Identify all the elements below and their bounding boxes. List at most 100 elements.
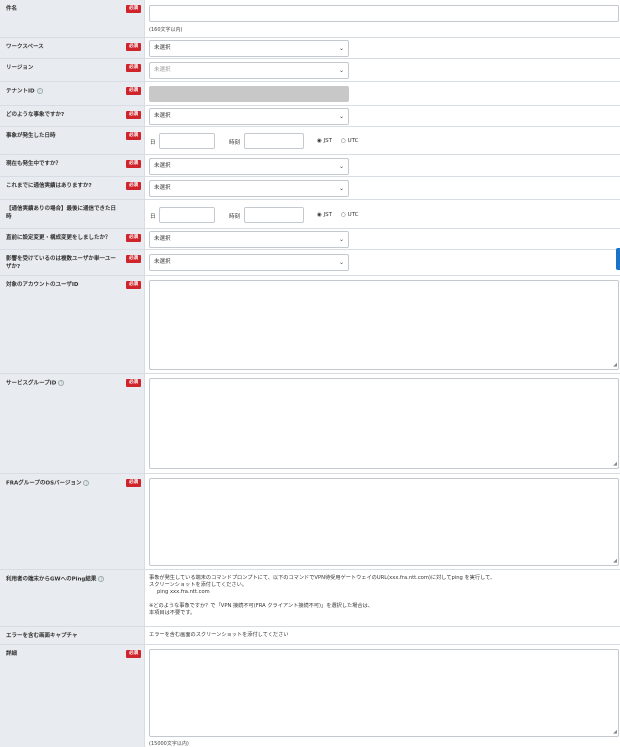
resize-handle-icon[interactable]: ◢ xyxy=(613,559,617,564)
subject-label: 件名 xyxy=(6,6,18,12)
last-comm-label: 【通信実績ありの場合】最後に通信できた日時 xyxy=(6,206,117,220)
label-cell: 対象のアカウントのユーザID 必須 xyxy=(0,276,145,373)
resize-handle-icon[interactable]: ◢ xyxy=(613,462,617,467)
label-cell: 件名 必須 xyxy=(0,0,145,37)
config-change-value: 未選択 xyxy=(154,236,171,242)
row-service-group-id: サービスグループID? 必須 ◢ xyxy=(0,374,620,474)
workspace-select[interactable]: 未選択 ⌄ xyxy=(149,40,349,57)
label-cell: リージョン 必須 xyxy=(0,59,145,81)
ping-line-5: 本項目は不要です。 xyxy=(149,610,196,616)
subject-input[interactable] xyxy=(149,5,619,22)
chevron-down-icon: ⌄ xyxy=(338,163,344,170)
row-occurred-at: 事象が発生した日時 必須 日 時刻 ◉ JST ○ UTC xyxy=(0,127,620,155)
ping-result-label-text: 利用者の端末からGWへのPing結果 xyxy=(6,576,97,583)
affected-users-value: 未選択 xyxy=(154,259,171,265)
row-ping-result: 利用者の端末からGWへのPing結果? 事象が発生している端末のコマンドプロンプ… xyxy=(0,570,620,627)
tz-utc-radio[interactable]: ○ UTC xyxy=(341,212,358,218)
occurred-date-input[interactable] xyxy=(159,133,215,149)
tz-utc-label: UTC xyxy=(347,212,359,218)
time-label: 時刻 xyxy=(229,214,241,220)
row-fra-os-version: FRAグループのOSバージョン? 必須 ◢ xyxy=(0,474,620,570)
tz-jst-label: JST xyxy=(323,138,333,144)
error-screenshot-label: エラーを含む画面キャプチャ xyxy=(6,633,78,639)
required-badge: 必須 xyxy=(126,255,141,263)
comm-history-label: これまでに通信実績はありますか? xyxy=(6,183,92,189)
last-comm-date-input[interactable] xyxy=(159,207,215,223)
tz-jst-radio[interactable]: ◉ JST xyxy=(317,212,332,218)
service-group-id-textarea[interactable]: ◢ xyxy=(149,378,619,469)
required-badge: 必須 xyxy=(126,650,141,658)
subject-hint: (160文字以内) xyxy=(149,27,183,33)
label-cell: FRAグループのOSバージョン? 必須 xyxy=(0,474,145,569)
row-account-user-id: 対象のアカウントのユーザID 必須 ◢ xyxy=(0,276,620,374)
label-cell: 影響を受けているのは複数ユーザか単一ユーザか? 必須 xyxy=(0,250,145,275)
ping-command: ping xxx.fra.ntt.com xyxy=(157,589,210,595)
tz-utc-label: UTC xyxy=(347,138,359,144)
tenant-id-field xyxy=(149,86,349,102)
ping-line-4: ※どのような事象ですか？で「VPN 接続不可(FRA クライアント接続不可)」を… xyxy=(149,603,373,609)
required-badge: 必須 xyxy=(126,281,141,289)
details-textarea[interactable]: ◢ xyxy=(149,649,619,737)
label-cell: どのような事象ですか? 必須 xyxy=(0,106,145,126)
tenant-label: テナントID? xyxy=(6,88,118,96)
affected-users-select[interactable]: 未選択 ⌄ xyxy=(149,254,349,271)
chevron-down-icon: ⌄ xyxy=(338,236,344,243)
row-last-comm: 【通信実績ありの場合】最後に通信できた日時 日 時刻 ◉ JST ○ UTC xyxy=(0,200,620,229)
ongoing-select[interactable]: 未選択 ⌄ xyxy=(149,158,349,175)
region-label: リージョン xyxy=(6,65,34,71)
ping-line-2: スクリーンショットを添付してください。 xyxy=(149,582,247,588)
side-feedback-tab[interactable] xyxy=(616,248,620,270)
label-cell: エラーを含む画面キャプチャ xyxy=(0,627,145,644)
affected-users-label: 影響を受けているのは複数ユーザか単一ユーザか? xyxy=(6,256,116,270)
comm-history-select[interactable]: 未選択 ⌄ xyxy=(149,180,349,197)
workspace-label: ワークスペース xyxy=(6,44,44,50)
details-hint: (15000文字以内) xyxy=(149,741,189,747)
help-icon[interactable]: ? xyxy=(98,576,105,582)
chevron-down-icon: ⌄ xyxy=(338,45,344,52)
chevron-down-icon: ⌄ xyxy=(338,67,344,74)
fra-os-version-label: FRAグループのOSバージョン? xyxy=(6,480,118,488)
tz-utc-radio[interactable]: ○ UTC xyxy=(341,138,358,144)
help-icon[interactable]: ? xyxy=(36,88,43,94)
required-badge: 必須 xyxy=(126,160,141,168)
last-comm-time-input[interactable] xyxy=(244,207,304,223)
chevron-down-icon: ⌄ xyxy=(338,113,344,120)
resize-handle-icon[interactable]: ◢ xyxy=(613,363,617,368)
required-badge: 必須 xyxy=(126,43,141,51)
region-select[interactable]: 未選択 ⌄ xyxy=(149,62,349,79)
help-icon[interactable]: ? xyxy=(83,480,90,486)
required-badge: 必須 xyxy=(126,182,141,190)
ping-instructions: 事象が発生している端末のコマンドプロンプトにて、以下のコマンドでVPN待受用ゲー… xyxy=(149,575,617,617)
fra-os-version-textarea[interactable]: ◢ xyxy=(149,478,619,566)
occurred-time-input[interactable] xyxy=(244,133,304,149)
row-event-type: どのような事象ですか? 必須 未選択 ⌄ xyxy=(0,106,620,127)
label-cell: サービスグループID? 必須 xyxy=(0,374,145,473)
workspace-value: 未選択 xyxy=(154,45,171,51)
row-config-change: 直前に設定変更・構成変更をしましたか？ 必須 未選択 ⌄ xyxy=(0,229,620,250)
tz-jst-label: JST xyxy=(323,212,333,218)
config-change-label: 直前に設定変更・構成変更をしましたか？ xyxy=(6,235,111,241)
error-screenshot-text: エラーを含む画面のスクリーンショットを添付してください xyxy=(149,632,289,638)
config-change-select[interactable]: 未選択 ⌄ xyxy=(149,231,349,248)
label-cell: 直前に設定変更・構成変更をしましたか？ 必須 xyxy=(0,229,145,249)
help-icon[interactable]: ? xyxy=(58,380,65,386)
tenant-label-text: テナントID xyxy=(6,88,35,95)
required-badge: 必須 xyxy=(126,132,141,140)
tz-jst-radio[interactable]: ◉ JST xyxy=(317,138,332,144)
label-cell: これまでに通信実績はありますか? 必須 xyxy=(0,177,145,199)
required-badge: 必須 xyxy=(126,5,141,13)
account-user-id-textarea[interactable]: ◢ xyxy=(149,280,619,370)
service-group-id-label-text: サービスグループID xyxy=(6,380,57,387)
ongoing-label: 現在も発生中ですか？ xyxy=(6,161,62,167)
label-cell: 事象が発生した日時 必須 xyxy=(0,127,145,154)
occurred-at-label: 事象が発生した日時 xyxy=(6,133,56,139)
row-workspace: ワークスペース 必須 未選択 ⌄ xyxy=(0,38,620,59)
required-badge: 必須 xyxy=(126,234,141,242)
fra-os-version-label-text: FRAグループのOSバージョン xyxy=(6,480,82,487)
service-group-id-label: サービスグループID? xyxy=(6,380,118,388)
resize-handle-icon[interactable]: ◢ xyxy=(613,730,617,735)
time-label: 時刻 xyxy=(229,140,241,146)
row-affected-users: 影響を受けているのは複数ユーザか単一ユーザか? 必須 未選択 ⌄ xyxy=(0,250,620,276)
chevron-down-icon: ⌄ xyxy=(338,185,344,192)
event-type-select[interactable]: 未選択 ⌄ xyxy=(149,108,349,125)
